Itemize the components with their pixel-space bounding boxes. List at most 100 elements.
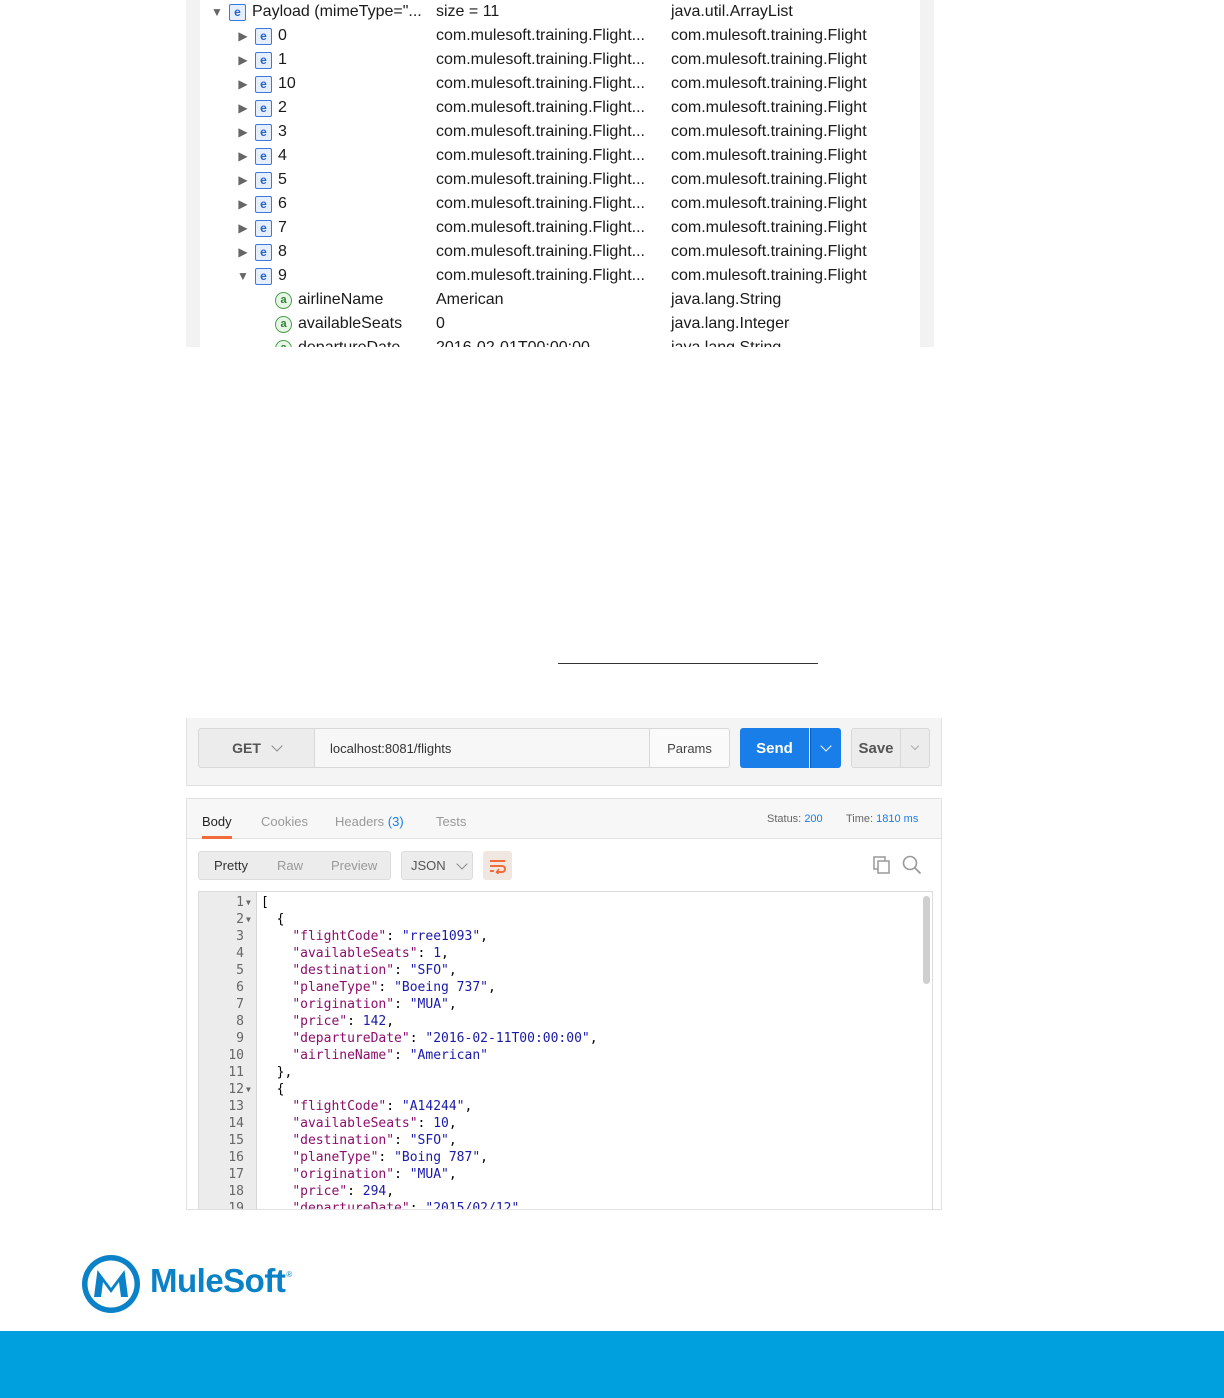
tab-cookies[interactable]: Cookies: [261, 799, 308, 839]
expanded-arrow-icon[interactable]: ▼: [236, 264, 250, 288]
view-preview[interactable]: Preview: [331, 852, 377, 880]
code-line: 3 "flightCode": "rree1093",: [199, 928, 919, 945]
tab-tests[interactable]: Tests: [436, 799, 466, 839]
tree-row[interactable]: ▶ e 10 com.mulesoft.training.Flight... com.m…: [200, 72, 920, 96]
json-property: "price": 142,: [292, 1014, 395, 1029]
code-line: 4 "availableSeats": 1,: [199, 945, 919, 962]
collapsed-arrow-icon[interactable]: ▶: [236, 192, 250, 216]
json-property: "flightCode": "rree1093",: [292, 929, 488, 944]
tree-row[interactable]: ▶ e 8 com.mulesoft.training.Flight... com.mu…: [200, 240, 920, 264]
variable-name: availableSeats: [298, 315, 403, 332]
line-number: 9: [236, 1031, 244, 1046]
json-property: "origination": "MUA",: [292, 1167, 457, 1182]
code-line: 13 "flightCode": "A14244",: [199, 1098, 919, 1115]
chevron-down-icon: [456, 857, 468, 870]
variable-name: departureDate: [298, 336, 400, 347]
variable-name: 6: [278, 195, 287, 212]
collapsed-arrow-icon[interactable]: ▶: [236, 72, 250, 96]
tree-row[interactable]: ▶ e 7 com.mulesoft.training.Flight... com.mu…: [200, 216, 920, 240]
code-line: 8 "price": 142,: [199, 1013, 919, 1030]
collapsed-arrow-icon[interactable]: ▶: [236, 48, 250, 72]
json-bracket: {: [261, 1082, 285, 1097]
json-bracket: {: [261, 912, 285, 927]
code-line: 15 "destination": "SFO",: [199, 1132, 919, 1149]
element-icon: e: [255, 100, 272, 117]
variable-value: 0: [436, 315, 445, 332]
variable-type: com.mulesoft.training.Flight: [671, 147, 867, 164]
variable-type: com.mulesoft.training.Flight: [671, 99, 867, 116]
tab-headers[interactable]: Headers (3): [335, 799, 404, 839]
variable-value: com.mulesoft.training.Flight...: [436, 27, 645, 44]
element-icon: e: [255, 220, 272, 237]
expanded-arrow-icon[interactable]: ▼: [210, 0, 224, 24]
variable-value: com.mulesoft.training.Flight...: [436, 99, 645, 116]
json-property: "planeType": "Boeing 737",: [292, 980, 496, 995]
element-icon: e: [255, 148, 272, 165]
collapsed-arrow-icon[interactable]: ▶: [236, 168, 250, 192]
editor-scrollbar[interactable]: [923, 896, 930, 984]
json-property: "airlineName": "American": [292, 1048, 488, 1063]
json-property: "departureDate": "2016-02-11T00:00:00",: [292, 1031, 598, 1046]
params-button[interactable]: Params: [649, 728, 730, 768]
variable-value: size = 11: [436, 3, 500, 20]
tree-row[interactable]: ▼ e 9 com.mulesoft.training.Flight... com.mu…: [200, 264, 920, 288]
json-property: "availableSeats": 1,: [292, 946, 449, 961]
tree-row[interactable]: a departureDate 2016-02-01T00:00:00 java.la…: [200, 336, 920, 347]
code-line: 7 "origination": "MUA",: [199, 996, 919, 1013]
tree-row[interactable]: ▶ e 1 com.mulesoft.training.Flight... com.mu…: [200, 48, 920, 72]
variable-value: com.mulesoft.training.Flight...: [436, 147, 645, 164]
fold-arrow-icon[interactable]: ▼: [246, 911, 251, 928]
mulesoft-logo-icon: [82, 1255, 140, 1313]
tab-body[interactable]: Body: [202, 799, 232, 839]
tree-row[interactable]: ▶ e 6 com.mulesoft.training.Flight... com.mu…: [200, 192, 920, 216]
collapsed-arrow-icon[interactable]: ▶: [236, 120, 250, 144]
tab-headers-label: Headers: [335, 814, 385, 829]
tree-row[interactable]: a airlineName American java.lang.String: [200, 288, 920, 312]
attribute-icon: a: [275, 316, 292, 333]
line-number: 6: [236, 980, 244, 995]
save-button[interactable]: Save: [851, 728, 901, 768]
tree-row[interactable]: a availableSeats 0 java.lang.Integer: [200, 312, 920, 336]
fold-arrow-icon[interactable]: ▼: [246, 894, 251, 911]
chevron-down-icon: [910, 741, 920, 751]
tree-row[interactable]: ▶ e 2 com.mulesoft.training.Flight... com.mu…: [200, 96, 920, 120]
tree-row[interactable]: ▼ e Payload (mimeType="... size = 11 java.ut…: [200, 0, 920, 24]
variable-type: com.mulesoft.training.Flight: [671, 123, 867, 140]
save-dropdown-button[interactable]: [900, 728, 930, 768]
tree-row[interactable]: ▶ e 4 com.mulesoft.training.Flight... com.mu…: [200, 144, 920, 168]
response-body-editor[interactable]: 1 ▼[2 ▼ {3 "flightCode": "rree1093", 4 "ava…: [198, 891, 933, 1210]
format-select[interactable]: JSON: [401, 851, 473, 880]
fold-arrow-icon[interactable]: ▼: [246, 1081, 251, 1098]
variable-value: com.mulesoft.training.Flight...: [436, 75, 645, 92]
line-number: 3: [236, 929, 244, 944]
tree-row[interactable]: ▶ e 3 com.mulesoft.training.Flight... com.mu…: [200, 120, 920, 144]
time-label: Time:: [846, 813, 874, 825]
line-number: 15: [228, 1133, 244, 1148]
line-number: 7: [236, 997, 244, 1012]
line-number: 4: [236, 946, 244, 961]
debugger-variables-panel: ▼ e Payload (mimeType="... size = 11 java.ut…: [186, 0, 934, 347]
send-button[interactable]: Send: [740, 728, 809, 768]
variable-name: 4: [278, 147, 287, 164]
collapsed-arrow-icon[interactable]: ▶: [236, 240, 250, 264]
copy-icon[interactable]: [873, 856, 891, 874]
variable-name: 8: [278, 243, 287, 260]
tree-row[interactable]: ▶ e 0 com.mulesoft.training.Flight... com.mu…: [200, 24, 920, 48]
tree-row[interactable]: ▶ e 5 com.mulesoft.training.Flight... com.mu…: [200, 168, 920, 192]
method-select[interactable]: GET: [198, 728, 315, 768]
collapsed-arrow-icon[interactable]: ▶: [236, 96, 250, 120]
search-icon[interactable]: [902, 855, 922, 875]
view-raw[interactable]: Raw: [277, 852, 303, 880]
collapsed-arrow-icon[interactable]: ▶: [236, 24, 250, 48]
collapsed-arrow-icon[interactable]: ▶: [236, 144, 250, 168]
url-input[interactable]: [314, 728, 650, 768]
collapsed-arrow-icon[interactable]: ▶: [236, 216, 250, 240]
trademark-mark: ®: [286, 1270, 292, 1279]
code-line: 17 "origination": "MUA",: [199, 1166, 919, 1183]
line-number: 10: [228, 1048, 244, 1063]
view-pretty[interactable]: Pretty: [214, 852, 248, 880]
line-number: 19: [228, 1201, 244, 1210]
send-dropdown-button[interactable]: [810, 728, 841, 768]
wrap-lines-button[interactable]: [483, 851, 512, 880]
element-icon: e: [255, 28, 272, 45]
